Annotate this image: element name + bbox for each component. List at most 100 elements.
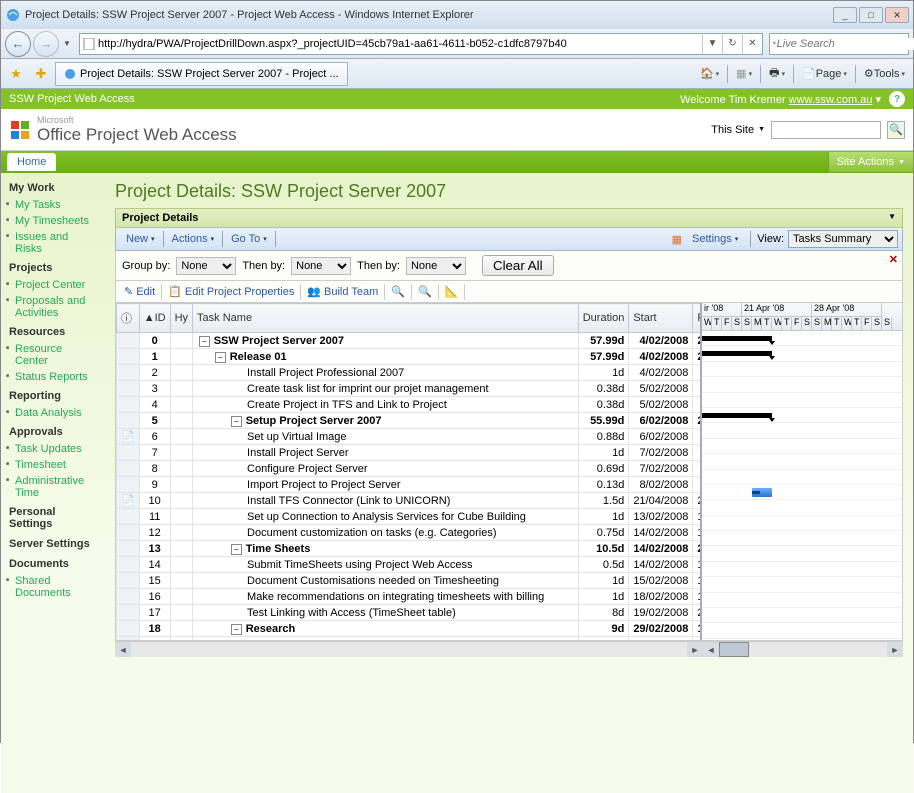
add-favorite-button[interactable]: ✚ bbox=[30, 63, 52, 85]
sidebar-heading[interactable]: Reporting bbox=[1, 385, 105, 405]
maximize-button[interactable]: □ bbox=[859, 7, 883, 23]
table-row[interactable]: 7Install Project Server1d7/02/20087/02/2… bbox=[117, 445, 703, 461]
sidebar-item[interactable]: Project Center bbox=[1, 277, 105, 293]
zoom-out-button[interactable]: 🔍 bbox=[387, 283, 409, 300]
sidebar-item[interactable]: Data Analysis bbox=[1, 405, 105, 421]
site-search-go[interactable]: 🔍 bbox=[887, 121, 905, 139]
help-icon[interactable]: ? bbox=[889, 91, 905, 107]
welcome-text: Welcome Tim Kremer www.ssw.com.au ▾ bbox=[680, 93, 881, 106]
sidebar-item[interactable]: Proposals and Activities bbox=[1, 293, 105, 321]
close-button[interactable]: ✕ bbox=[885, 7, 909, 23]
thenby-select-1[interactable]: None bbox=[291, 257, 351, 275]
col-taskname[interactable]: Task Name bbox=[193, 304, 579, 333]
gantt-chart[interactable]: ir '0821 Apr '0828 Apr '08WTFSSMTWTFSSMT… bbox=[702, 303, 902, 640]
col-finish[interactable]: Finish bbox=[693, 304, 702, 333]
url-dropdown[interactable]: ▼ bbox=[702, 34, 722, 54]
groupby-select[interactable]: None bbox=[176, 257, 236, 275]
table-row[interactable]: 15Document Customisations needed on Time… bbox=[117, 573, 703, 589]
col-duration[interactable]: Duration bbox=[578, 304, 629, 333]
home-button[interactable]: 🏠▾ bbox=[696, 63, 723, 85]
tools-menu[interactable]: ⚙ Tools▾ bbox=[860, 63, 909, 85]
goto-menu[interactable]: Go To▾ bbox=[225, 231, 273, 247]
table-row[interactable]: 5−Setup Project Server 200755.99d6/02/20… bbox=[117, 413, 703, 429]
build-team-button[interactable]: 👥Build Team bbox=[303, 283, 382, 300]
page-menu[interactable]: 📄 Page▾ bbox=[798, 63, 851, 85]
sidebar-item[interactable]: Issues and Risks bbox=[1, 229, 105, 257]
table-row[interactable]: 📄6Set up Virtual Image0.88d6/02/20086/02… bbox=[117, 429, 703, 445]
grid-hscroll[interactable]: ◄► bbox=[115, 641, 703, 657]
ms-label: Microsoft bbox=[37, 115, 237, 125]
table-row[interactable]: 2Install Project Professional 20071d4/02… bbox=[117, 365, 703, 381]
table-row[interactable]: 17Test Linking with Access (TimeSheet ta… bbox=[117, 605, 703, 621]
sidebar-heading[interactable]: My Work bbox=[1, 177, 105, 197]
actions-menu[interactable]: Actions▾ bbox=[166, 231, 221, 247]
table-row[interactable]: 1−Release 0157.99d4/02/200823/04/200817% bbox=[117, 349, 703, 365]
forward-button[interactable]: → bbox=[33, 31, 59, 57]
site-search-input[interactable] bbox=[771, 121, 881, 139]
task-grid[interactable]: ⓘ ▲ID Hy Task Name Duration Start Finish… bbox=[116, 303, 702, 640]
sidebar-heading[interactable]: Server Settings bbox=[1, 533, 105, 553]
col-hyp[interactable]: Hy bbox=[170, 304, 192, 333]
home-tab[interactable]: Home bbox=[7, 153, 56, 171]
sidebar-item[interactable]: Shared Documents bbox=[1, 573, 105, 601]
scroll-task-button[interactable]: 📐 bbox=[441, 283, 463, 300]
sidebar-heading[interactable]: Resources bbox=[1, 321, 105, 341]
nav-history-dropdown[interactable]: ▼ bbox=[61, 31, 73, 57]
sidebar-heading[interactable]: Personal Settings bbox=[1, 501, 105, 533]
feeds-button[interactable]: ▦▾ bbox=[732, 63, 756, 85]
site-actions-menu[interactable]: Site Actions▼ bbox=[828, 152, 913, 172]
sidebar-item[interactable]: Administrative Time bbox=[1, 473, 105, 501]
sidebar-heading[interactable]: Documents bbox=[1, 553, 105, 573]
table-row[interactable]: 13−Time Sheets10.5d14/02/200829/02/20080… bbox=[117, 541, 703, 557]
edit-project-properties-button[interactable]: 📋Edit Project Properties bbox=[164, 283, 298, 300]
settings-menu[interactable]: Settings▾ bbox=[686, 231, 744, 247]
sidebar-heading[interactable]: Projects bbox=[1, 257, 105, 277]
close-filter-button[interactable]: ✕ bbox=[889, 253, 898, 266]
minimize-button[interactable]: _ bbox=[833, 7, 857, 23]
col-start[interactable]: Start bbox=[629, 304, 693, 333]
col-id[interactable]: ▲ID bbox=[139, 304, 170, 333]
sidebar-item[interactable]: Status Reports bbox=[1, 369, 105, 385]
gantt-hscroll[interactable]: ◄► bbox=[703, 641, 903, 657]
zoom-in-button[interactable]: 🔍 bbox=[414, 283, 436, 300]
browser-tab[interactable]: Project Details: SSW Project Server 2007… bbox=[55, 62, 348, 86]
table-row[interactable]: 12Document customization on tasks (e.g. … bbox=[117, 525, 703, 541]
thenby-select-2[interactable]: None bbox=[406, 257, 466, 275]
edit-button[interactable]: ✎Edit bbox=[120, 283, 159, 300]
nav-bar: ← → ▼ ▼ ↻ ✕ ◔ 🔍 bbox=[1, 29, 913, 59]
table-row[interactable]: 11Set up Connection to Analysis Services… bbox=[117, 509, 703, 525]
favorites-button[interactable]: ★ bbox=[5, 63, 27, 85]
table-row[interactable]: 16Make recommendations on integrating ti… bbox=[117, 589, 703, 605]
sidebar-item[interactable]: Task Updates bbox=[1, 441, 105, 457]
pwa-logo: Microsoft Office Project Web Access bbox=[9, 115, 237, 145]
table-row[interactable]: 9Import Project to Project Server0.13d8/… bbox=[117, 477, 703, 493]
sidebar-heading[interactable]: Approvals bbox=[1, 421, 105, 441]
settings-icon: ▦ bbox=[672, 233, 682, 246]
new-menu[interactable]: New▾ bbox=[120, 231, 161, 247]
table-row[interactable]: 0−SSW Project Server 200757.99d4/02/2008… bbox=[117, 333, 703, 349]
table-row[interactable]: 📄10Install TFS Connector (Link to UNICOR… bbox=[117, 493, 703, 509]
page-title: Project Details: SSW Project Server 2007 bbox=[115, 181, 903, 202]
table-row[interactable]: 4Create Project in TFS and Link to Proje… bbox=[117, 397, 703, 413]
sidebar-item[interactable]: My Timesheets bbox=[1, 213, 105, 229]
refresh-button[interactable]: ↻ bbox=[722, 34, 742, 54]
sidebar-item[interactable]: My Tasks bbox=[1, 197, 105, 213]
view-select[interactable]: Tasks Summary bbox=[788, 230, 898, 248]
sidebar-item[interactable]: Timesheet bbox=[1, 457, 105, 473]
url-input[interactable] bbox=[98, 38, 702, 50]
print-button[interactable]: 🖶▾ bbox=[765, 63, 789, 85]
table-row[interactable]: 14Submit TimeSheets using Project Web Ac… bbox=[117, 557, 703, 573]
stop-button[interactable]: ✕ bbox=[742, 34, 762, 54]
sidebar-item[interactable]: Resource Center bbox=[1, 341, 105, 369]
clear-all-button[interactable]: Clear All bbox=[482, 255, 554, 276]
back-button[interactable]: ← bbox=[5, 31, 31, 57]
thenby-label-2: Then by: bbox=[357, 260, 400, 272]
welcome-link[interactable]: www.ssw.com.au bbox=[789, 94, 873, 106]
search-scope[interactable]: This Site▼ bbox=[711, 124, 765, 136]
table-row[interactable]: 3Create task list for imprint our projet… bbox=[117, 381, 703, 397]
table-row[interactable]: 19PWA - Research what client sees of pro… bbox=[117, 637, 703, 641]
table-row[interactable]: 18−Research9d29/02/200813/03/20080% bbox=[117, 621, 703, 637]
search-input[interactable] bbox=[777, 38, 914, 50]
table-row[interactable]: 8Configure Project Server0.69d7/02/20088… bbox=[117, 461, 703, 477]
col-info[interactable]: ⓘ bbox=[117, 304, 140, 333]
